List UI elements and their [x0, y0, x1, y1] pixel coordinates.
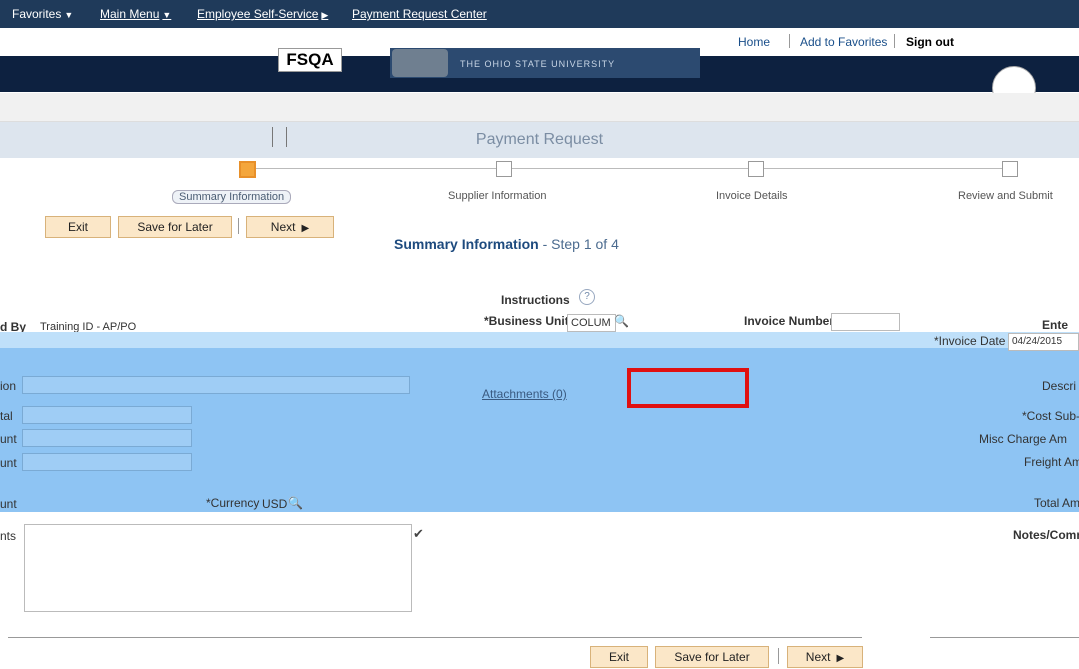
invoice-date-label: *Invoice Date — [934, 334, 1006, 348]
spell-check-icon[interactable]: ✔ — [413, 526, 424, 542]
chevron-right-icon: ▶ — [836, 653, 845, 664]
employee-self-service-menu[interactable]: Employee Self-Service ▶ — [197, 7, 328, 21]
chevron-right-icon: ▶ — [321, 10, 329, 20]
divider — [8, 637, 862, 638]
business-unit-label: *Business Unit — [484, 314, 569, 328]
total-input[interactable] — [22, 406, 192, 424]
instructions-label: Instructions — [501, 293, 570, 307]
chevron-down-icon: ▼ — [162, 10, 172, 20]
enter-label: Ente — [1042, 318, 1069, 332]
search-row — [0, 93, 1079, 122]
total-amount-label: Total Am — [1034, 496, 1079, 510]
divider — [778, 648, 779, 664]
divider — [894, 34, 895, 48]
search-icon[interactable]: 🔍 — [614, 314, 629, 328]
description-input[interactable] — [22, 376, 410, 394]
favorites-label: Favorites — [12, 7, 62, 21]
invoice-number-input[interactable] — [831, 313, 900, 331]
banner-text: THE OHIO STATE UNIVERSITY — [460, 59, 616, 69]
comments-label: nts — [0, 529, 17, 543]
favorites-menu[interactable]: Favorites ▼ — [12, 7, 73, 21]
amount-input[interactable] — [22, 453, 192, 471]
notes-comments-label: Notes/Comm — [1013, 528, 1079, 542]
search-icon[interactable]: 🔍 — [288, 496, 303, 510]
exit-button[interactable]: Exit — [45, 216, 111, 238]
step-heading: Summary Information - Step 1 of 4 — [394, 236, 619, 252]
next-button[interactable]: Next ▶ — [787, 646, 863, 668]
home-link[interactable]: Home — [738, 35, 770, 49]
step-4-label[interactable]: Review and Submit — [958, 190, 1053, 202]
amount-input[interactable] — [22, 429, 192, 447]
description-right-label: Descri — [1042, 379, 1077, 393]
save-for-later-button[interactable]: Save for Later — [655, 646, 769, 668]
business-unit-input[interactable]: COLUM — [567, 314, 616, 332]
description-left-label: ion — [0, 379, 17, 393]
next-button[interactable]: Next ▶ — [246, 216, 334, 238]
currency-label: *Currency — [206, 496, 260, 510]
invoice-date-input[interactable]: 04/24/2015 — [1008, 333, 1079, 351]
page-title: Payment Request — [475, 131, 604, 148]
amount-label: unt — [0, 456, 17, 470]
sign-out-link[interactable]: Sign out — [906, 35, 954, 49]
invoice-number-label: Invoice Number — [744, 314, 835, 328]
next-label: Next — [805, 650, 831, 664]
misc-charge-label: Misc Charge Am — [979, 432, 1068, 446]
divider — [930, 637, 1079, 638]
exit-button[interactable]: Exit — [590, 646, 648, 668]
train-connector — [256, 168, 496, 169]
employee-self-service-label: Employee Self-Service — [197, 7, 319, 21]
step-2-label[interactable]: Supplier Information — [448, 190, 546, 202]
cost-sub-label: *Cost Sub- — [1022, 409, 1079, 423]
help-icon[interactable]: ? — [579, 289, 595, 305]
currency-value[interactable]: USD — [262, 497, 287, 511]
main-menu-label: Main Menu — [100, 7, 160, 21]
step-heading-title: Summary Information — [394, 236, 539, 252]
main-menu[interactable]: Main Menu ▼ — [100, 7, 171, 21]
form-band-strip — [0, 332, 1079, 348]
step-1-label[interactable]: Summary Information — [172, 190, 292, 204]
next-label: Next — [270, 220, 296, 234]
add-to-favorites-link[interactable]: Add to Favorites — [800, 35, 887, 49]
step-1-marker[interactable] — [239, 161, 256, 178]
train-connector — [764, 168, 1002, 169]
step-2-marker[interactable] — [496, 161, 512, 177]
chevron-down-icon: ▼ — [64, 10, 74, 20]
chevron-right-icon: ▶ — [301, 223, 310, 234]
freight-label: Freight Am — [1024, 455, 1079, 469]
amount-label: unt — [0, 497, 17, 511]
highlight-box — [627, 368, 749, 408]
favorites-bar: Favorites ▼ Main Menu ▼ Employee Self-Serv… — [0, 0, 1079, 28]
environment-badge: FSQA — [278, 48, 342, 72]
step-3-marker[interactable] — [748, 161, 764, 177]
comments-textarea[interactable] — [24, 524, 412, 612]
amount-label: unt — [0, 432, 17, 446]
step-heading-sub: - Step 1 of 4 — [538, 236, 619, 252]
train-connector — [512, 168, 748, 169]
divider — [789, 34, 790, 48]
total-label: tal — [0, 409, 13, 423]
divider — [238, 218, 239, 234]
attachments-link[interactable]: Attachments (0) — [482, 387, 567, 401]
payment-request-center-link[interactable]: Payment Request Center — [352, 7, 487, 21]
step-4-marker[interactable] — [1002, 161, 1018, 177]
save-for-later-button[interactable]: Save for Later — [118, 216, 232, 238]
step-3-label[interactable]: Invoice Details — [716, 190, 788, 202]
seal-icon — [392, 49, 448, 77]
